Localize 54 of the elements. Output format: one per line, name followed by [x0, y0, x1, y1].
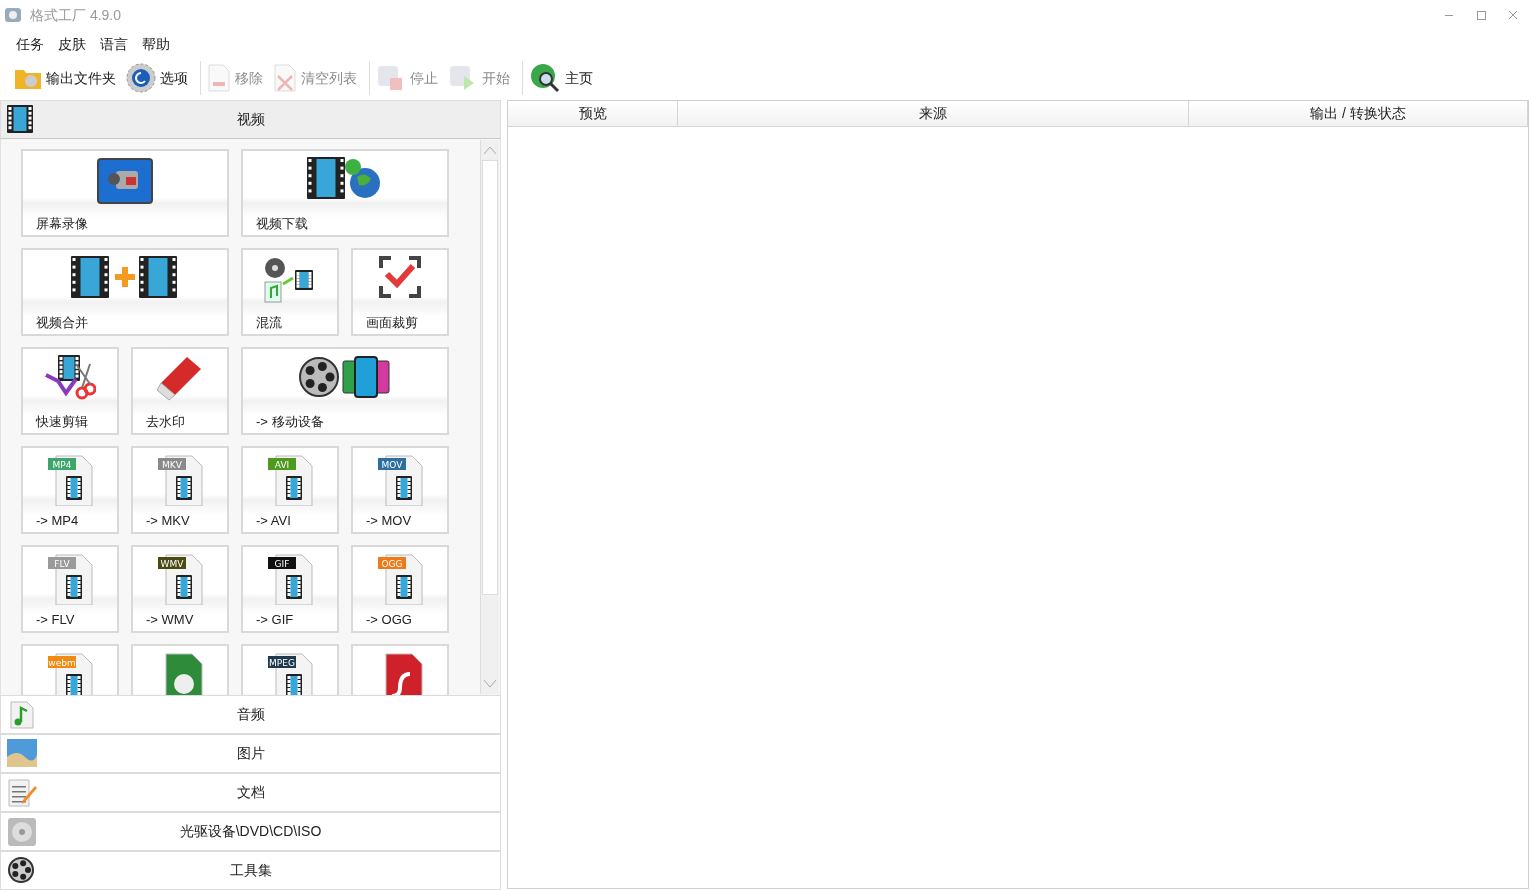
film-icon — [7, 105, 33, 133]
category-header[interactable]: 图片 — [0, 734, 501, 773]
category-header[interactable]: 文档 — [0, 773, 501, 812]
conversion-tile[interactable]: MOV -> MOV — [351, 446, 449, 534]
conversion-tile[interactable]: GIF -> GIF — [241, 545, 339, 633]
conversion-tile[interactable]: MKV -> MKV — [131, 446, 229, 534]
film-reel-icon — [7, 856, 37, 886]
conversion-tile[interactable]: FLV -> FLV — [21, 545, 119, 633]
conversion-tile[interactable]: 屏幕录像 — [21, 149, 229, 237]
conversion-tile[interactable]: 画面裁剪 — [351, 248, 449, 336]
conversion-tile[interactable]: 视频合并 — [21, 248, 229, 336]
toolbar-button[interactable]: 输出文件夹 — [12, 66, 118, 90]
conversion-tile[interactable]: OGG -> OGG — [351, 545, 449, 633]
camcorder-icon — [96, 157, 154, 207]
conversion-tile[interactable]: 去水印 — [131, 347, 229, 435]
conversion-tile[interactable]: -> 移动设备 — [241, 347, 449, 435]
menu-item[interactable]: 帮助 — [136, 33, 176, 55]
conversion-tile[interactable]: AVI -> AVI — [241, 446, 339, 534]
toolbar-button[interactable]: 主页 — [527, 62, 595, 94]
menu-item[interactable]: 语言 — [94, 33, 134, 55]
document-x-icon — [273, 64, 297, 92]
column-header[interactable]: 来源 — [678, 101, 1189, 126]
category-header[interactable]: 光驱设备\DVD\CD\ISO — [0, 812, 501, 851]
music-note-icon — [7, 700, 35, 730]
menu-item[interactable]: 皮肤 — [52, 33, 92, 55]
landscape-icon — [7, 739, 37, 767]
eraser-icon — [157, 355, 203, 401]
column-header[interactable]: 输出 / 转换状态 — [1189, 101, 1528, 126]
conversion-tile[interactable]: 混流 — [241, 248, 339, 336]
menu-item[interactable]: 任务 — [10, 33, 50, 55]
toolbar-button[interactable]: 选项 — [124, 63, 190, 93]
conversion-tile[interactable]: MPEG — [241, 644, 339, 695]
column-header[interactable]: 预览 — [508, 101, 678, 126]
conversion-tile[interactable]: WMV -> WMV — [131, 545, 229, 633]
document-pencil-icon — [7, 778, 39, 808]
app-icon — [4, 6, 22, 24]
film-scissors-icon — [44, 355, 96, 401]
conversion-tile[interactable]: 快速剪辑 — [21, 347, 119, 435]
reel-phones-icon — [299, 355, 391, 399]
conversion-tile[interactable]: 视频下载 — [241, 149, 449, 237]
film-plus-film-icon — [71, 256, 179, 300]
close-icon — [1508, 10, 1518, 20]
document-minus-icon — [207, 64, 231, 92]
settings-icon — [126, 63, 156, 93]
globe-magnifier-icon — [529, 62, 561, 94]
film-globe-icon — [307, 157, 383, 201]
window-title: 格式工厂 4.9.0 — [30, 5, 122, 25]
conversion-tile[interactable]: MP4 -> MP4 — [21, 446, 119, 534]
category-header[interactable]: 音频 — [0, 695, 501, 734]
disc-drive-icon — [7, 817, 37, 847]
crop-check-icon — [379, 256, 421, 298]
category-header[interactable]: 视频 — [0, 100, 501, 139]
scrollbar[interactable] — [480, 140, 499, 694]
category-header[interactable]: 工具集 — [0, 851, 501, 890]
